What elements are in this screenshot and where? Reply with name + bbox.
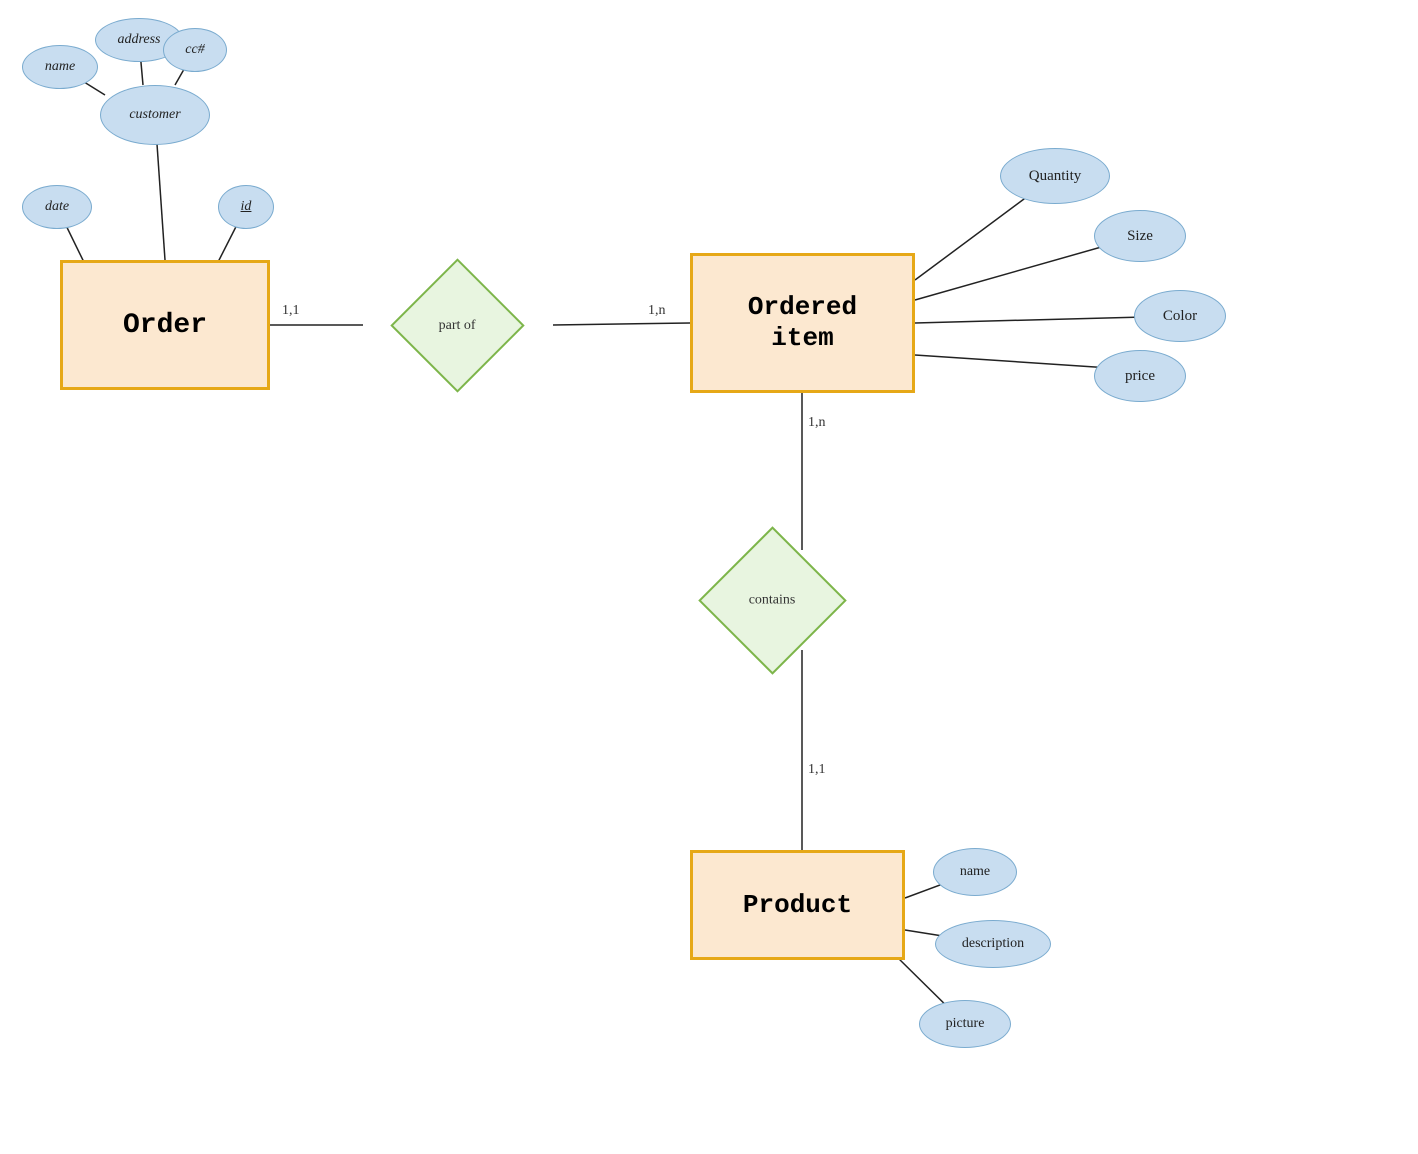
attr-quantity: Quantity [1000, 148, 1110, 204]
attr-color: Color [1134, 290, 1226, 342]
entity-order: Order [60, 260, 270, 390]
entity-ordered-item: Ordereditem [690, 253, 915, 393]
relationship-part-of: part of [390, 258, 524, 392]
attr-price: price [1094, 350, 1186, 402]
cardinality-contains-product: 1,1 [808, 762, 826, 778]
er-diagram: Order Ordereditem Product part of contai… [0, 0, 1418, 1154]
cardinality-ordered-contains: 1,n [808, 415, 826, 431]
attr-size: Size [1094, 210, 1186, 262]
entity-product: Product [690, 850, 905, 960]
attr-cc: cc# [163, 28, 227, 72]
attr-date: date [22, 185, 92, 229]
cardinality-order-partof: 1,1 [282, 303, 300, 319]
attr-name-cust: name [22, 45, 98, 89]
attr-id: id [218, 185, 274, 229]
relationship-contains: contains [698, 526, 846, 674]
attr-description: description [935, 920, 1051, 968]
attr-name-prod: name [933, 848, 1017, 896]
attr-customer: customer [100, 85, 210, 145]
cardinality-partof-ordered: 1,n [648, 303, 666, 319]
attr-picture: picture [919, 1000, 1011, 1048]
connector-lines [0, 0, 1418, 1154]
